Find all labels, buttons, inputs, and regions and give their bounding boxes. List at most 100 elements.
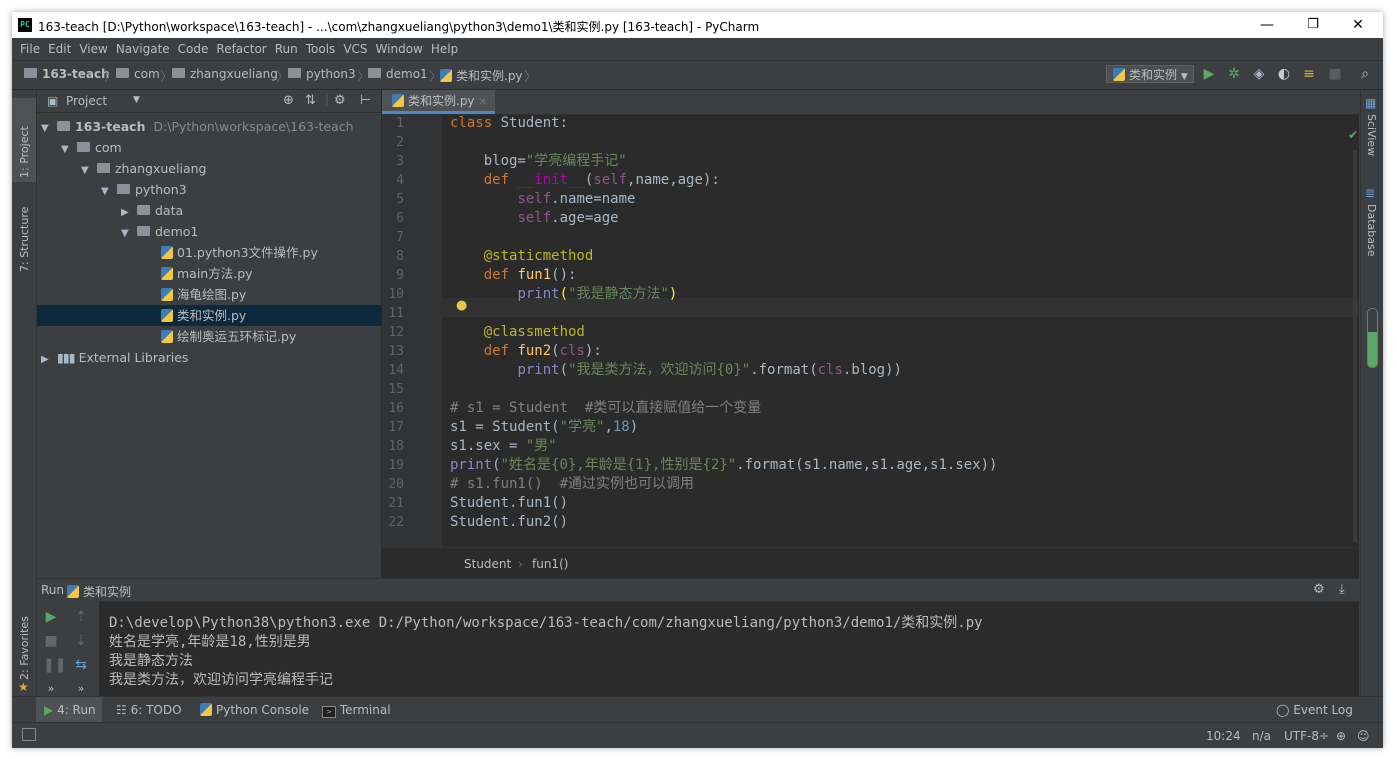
code-line: Student.fun2() [450, 514, 569, 530]
profile-icon[interactable]: ◐ [1276, 66, 1292, 82]
toggle-tool-windows-icon[interactable] [22, 728, 36, 741]
inspection-ok-icon[interactable]: ✔ [1348, 128, 1358, 142]
locate-file-icon[interactable]: ⊕ [283, 93, 294, 108]
terminal-icon: > [322, 706, 336, 718]
breadcrumb-class[interactable]: Student [464, 557, 511, 571]
breadcrumb-demo1[interactable]: demo1 [368, 67, 428, 81]
line-number: 10 [388, 287, 404, 302]
line-number: 7 [396, 230, 404, 245]
folder-icon [96, 163, 110, 173]
project-tool-tab[interactable]: 1: Project [18, 126, 31, 178]
collapse-arrow-icon: ▶ [121, 207, 129, 218]
down-arrow-icon[interactable]: ⇣ [73, 633, 89, 649]
toolbar-divider: | [325, 92, 330, 106]
tab-terminal[interactable]: > Terminal [322, 697, 391, 723]
expand-arrow-icon: ▼ [121, 228, 129, 239]
tree-item-external-libraries[interactable]: ▶ ▮▮▮ External Libraries [37, 347, 385, 368]
menu-tools[interactable]: Tools [302, 38, 340, 60]
tree-item-project-root[interactable]: ▼ 163-teach D:\Python\workspace\163-teac… [37, 116, 385, 137]
pycharm-window: PC 163-teach [D:\Python\workspace\163-te… [12, 12, 1383, 748]
pycharm-logo-icon: PC [18, 18, 32, 32]
library-icon: ▮▮▮ [56, 350, 76, 365]
window-title: 163-teach [D:\Python\workspace\163-teach… [38, 20, 760, 34]
expand-arrow-icon: ▼ [61, 144, 69, 155]
expand-arrow-icon: ▼ [81, 165, 89, 176]
menu-navigate[interactable]: Navigate [112, 38, 174, 60]
tree-item-zhangxueliang[interactable]: ▼ zhangxueliang [37, 158, 425, 179]
hide-panel-icon[interactable]: ⤓ [1339, 582, 1345, 597]
menu-help[interactable]: Help [427, 38, 462, 60]
code-line: @classmethod [483, 324, 585, 340]
code-line: print("我是类方法，欢迎访问{0}".format(cls.blog)) [517, 362, 902, 378]
expand-arrow-icon: ▼ [101, 186, 109, 197]
editor-tab-active[interactable]: 类和实例.py ✕ [382, 90, 495, 114]
navigation-bar: 163-teach 〉 com 〉 zhangxueliang 〉 python… [12, 61, 1383, 90]
lock-icon[interactable]: ⊕ [1336, 729, 1346, 743]
tab-python-console[interactable]: Python Console [200, 697, 309, 723]
code-line: @staticmethod [483, 248, 594, 264]
collapse-all-icon[interactable]: ⇅ [305, 93, 316, 108]
restore-button[interactable]: ❐ [1290, 12, 1336, 38]
sciview-tool-tab[interactable]: SciView [1365, 114, 1378, 156]
tab-run[interactable]: ▶ 4: Run [36, 697, 102, 723]
python-file-icon [440, 69, 452, 82]
menu-code[interactable]: Code [174, 38, 213, 60]
menu-edit[interactable]: Edit [44, 38, 75, 60]
caret-position[interactable]: 10:24 [1206, 729, 1241, 743]
file-encoding[interactable]: UTF-8÷ [1284, 729, 1329, 743]
concurrency-icon[interactable]: ≡ [1301, 66, 1317, 82]
run-configuration-dropdown[interactable]: 类和实例 ▼ [1106, 65, 1194, 83]
search-everywhere-icon[interactable]: ⌕ [1357, 66, 1373, 82]
menu-view[interactable]: View [75, 38, 111, 60]
debug-icon[interactable]: ✲ [1226, 66, 1242, 82]
breadcrumb-project[interactable]: 163-teach [24, 67, 110, 81]
gear-icon[interactable]: ⚙ [334, 93, 346, 108]
menu-refactor[interactable]: Refactor [212, 38, 270, 60]
code-line: # s1 = Student #类可以直接赋值给一个变量 [450, 400, 762, 416]
menu-window[interactable]: Window [372, 38, 427, 60]
breadcrumb-com[interactable]: com [116, 67, 160, 81]
close-tab-icon[interactable]: ✕ [478, 97, 486, 108]
stop-icon[interactable]: ■ [43, 633, 59, 649]
coverage-icon[interactable]: ◈ [1251, 66, 1267, 82]
sciview-icon: ▦ [1365, 96, 1377, 110]
tree-item-com[interactable]: ▼ com [37, 137, 405, 158]
database-tool-tab[interactable]: Database [1365, 204, 1378, 257]
breadcrumb-separator: 〉 [524, 70, 538, 85]
chevron-down-icon[interactable]: ▼ [133, 95, 140, 105]
stop-icon[interactable]: ■ [1327, 66, 1343, 82]
run-config-tab[interactable]: 类和实例 [67, 583, 131, 600]
close-button[interactable]: ✕ [1335, 12, 1381, 38]
project-view-selector[interactable]: Project [66, 94, 107, 108]
soft-wrap-icon[interactable]: ⇆ [73, 657, 89, 673]
menu-run[interactable]: Run [271, 38, 302, 60]
code-line: class Student: [450, 115, 569, 131]
folder-icon [368, 68, 381, 78]
run-icon[interactable]: ▶ [1201, 66, 1217, 82]
structure-tool-tab[interactable]: 7: Structure [18, 207, 31, 272]
memory-indicator[interactable] [1367, 308, 1378, 368]
tab-todo[interactable]: ☷ 6: TODO [116, 697, 182, 723]
rerun-icon[interactable]: ▶ [43, 609, 59, 625]
gear-icon[interactable]: ⚙ [1313, 582, 1325, 597]
up-arrow-icon[interactable]: ⇡ [73, 609, 89, 625]
hide-panel-icon[interactable]: ⊢ [360, 93, 371, 108]
editor-scrollbar[interactable] [1353, 150, 1357, 542]
pause-icon[interactable]: ❚❚ [43, 657, 66, 673]
breadcrumb-method[interactable]: fun1() [532, 557, 568, 571]
more-actions-icon[interactable]: » [73, 681, 89, 697]
inspector-icon[interactable]: ☺ [1357, 729, 1370, 743]
breadcrumb-zhangxueliang[interactable]: zhangxueliang [172, 67, 278, 81]
code-line: # s1.fun1() #通过实例也可以调用 [450, 476, 695, 492]
run-panel-header: Run 类和实例 ⚙ ⤓ [37, 579, 1359, 602]
more-actions-icon[interactable]: » [43, 681, 59, 697]
favorites-tool-tab[interactable]: 2: Favorites [18, 616, 31, 680]
tab-event-log[interactable]: ◯ Event Log [1276, 697, 1353, 723]
line-separator[interactable]: n/a [1252, 729, 1271, 743]
breadcrumb-python3[interactable]: python3 [288, 67, 356, 81]
menu-vcs[interactable]: VCS [339, 38, 371, 60]
menu-file[interactable]: File [12, 38, 44, 60]
minimize-button[interactable]: — [1244, 12, 1290, 38]
python-file-icon [1113, 68, 1125, 81]
breadcrumb-file[interactable]: 类和实例.py [440, 67, 523, 84]
